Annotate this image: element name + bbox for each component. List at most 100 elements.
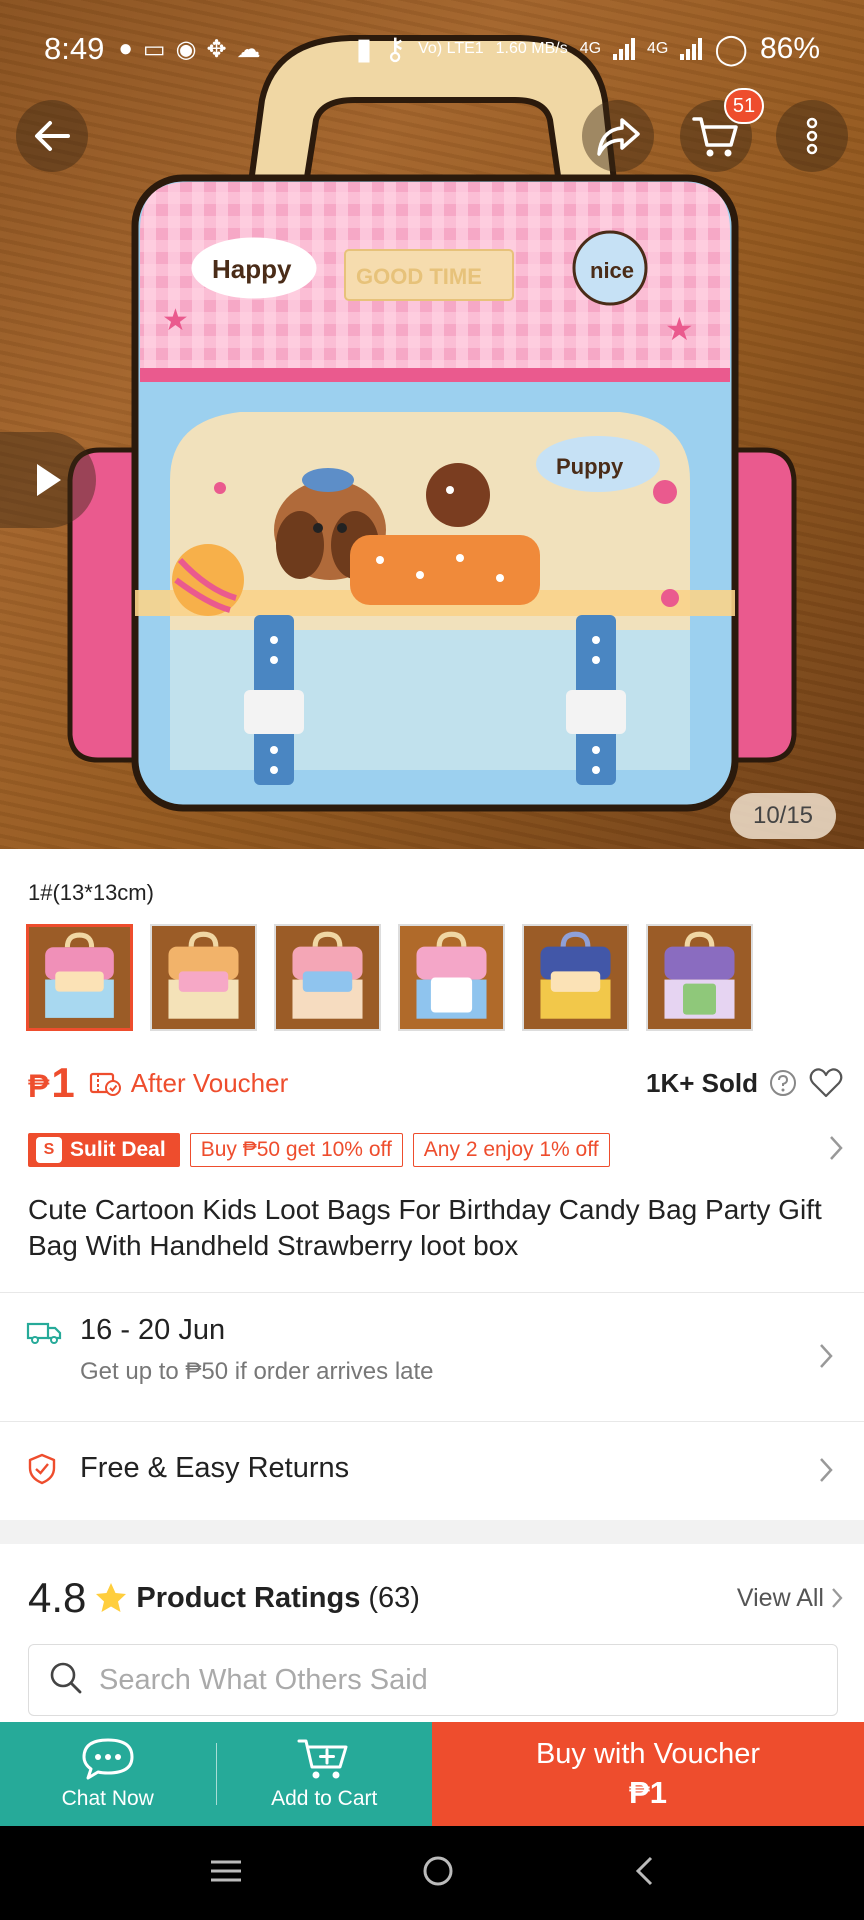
search-icon — [49, 1661, 83, 1700]
chevron-right-icon — [818, 1456, 834, 1489]
cart-count-badge: 51 — [724, 88, 764, 124]
secondary-actions: Chat Now Add to Cart — [0, 1722, 432, 1826]
back-button[interactable] — [16, 100, 88, 172]
review-search-input[interactable] — [99, 1663, 779, 1697]
variant-thumbnails — [26, 924, 753, 1031]
chevron-right-icon — [818, 1342, 834, 1375]
ratings-header: 4.8 Product Ratings (63) View All — [28, 1568, 844, 1628]
back-icon — [635, 1856, 652, 1885]
returns-row[interactable]: Free & Easy Returns — [0, 1422, 864, 1518]
sulit-deal-label: Sulit Deal — [70, 1138, 166, 1161]
signal-2-icon — [680, 38, 703, 60]
price-row: ₱ 1 After Voucher 1K+ Sold — [28, 1050, 844, 1116]
product-title: Cute Cartoon Kids Loot Bags For Birthday… — [28, 1194, 822, 1261]
shield-icon — [26, 1452, 58, 1491]
speed-label: 1.60 MB/s — [495, 40, 568, 57]
voucher-icon — [89, 1070, 121, 1096]
price-currency: ₱ — [28, 1068, 50, 1104]
net2-label: 4G — [647, 40, 669, 57]
variant-thumbnail[interactable] — [522, 924, 629, 1031]
ratings-label: Product Ratings — [136, 1581, 361, 1614]
vibrate-icon: ▮ — [355, 32, 373, 66]
price: ₱ 1 — [28, 1059, 75, 1107]
review-search-box[interactable] — [28, 1644, 838, 1716]
variant-thumbnail[interactable] — [274, 924, 381, 1031]
divider — [0, 1292, 864, 1293]
image-text-happy: Happy — [212, 254, 292, 284]
signal-icon — [613, 38, 636, 60]
heart-icon[interactable] — [808, 1067, 844, 1099]
more-button[interactable] — [776, 100, 848, 172]
add-to-cart-button[interactable]: Add to Cart — [217, 1722, 433, 1826]
more-icon — [806, 117, 818, 155]
play-icon — [37, 464, 61, 496]
notification-icons: ● ▭ ◉ ✥ ☁ — [118, 35, 260, 64]
returns-label: Free & Easy Returns — [80, 1452, 350, 1484]
svg-text:★: ★ — [162, 303, 189, 338]
image-text-puppy: Puppy — [556, 454, 624, 479]
buy-with-voucher-button[interactable]: Buy with Voucher ₱1 — [432, 1722, 864, 1826]
game-icon: ✥ — [206, 35, 227, 63]
lte-label: Vo) LTE1 — [418, 40, 484, 57]
buy-label: Buy with Voucher — [535, 1737, 761, 1770]
chat-icon — [82, 1738, 134, 1780]
net1-label: 4G — [579, 40, 602, 57]
system-nav-bar — [0, 1826, 864, 1920]
image-text-good-time: GOOD TIME — [356, 264, 482, 289]
chevron-right-icon — [828, 1134, 844, 1167]
key-icon: ⚷ — [384, 32, 407, 66]
share-button[interactable] — [582, 100, 654, 172]
home-icon — [423, 1856, 453, 1885]
chevron-right-icon — [830, 1586, 844, 1610]
back-nav-button[interactable] — [632, 1854, 656, 1893]
card-icon: ▭ — [142, 35, 166, 63]
variant-thumbnail[interactable] — [646, 924, 753, 1031]
status-bar: 8:49 ● ▭ ◉ ✥ ☁ ▮ ⚷ Vo) LTE1 1.60 MB/s 4G… — [0, 14, 864, 84]
ratings-count: (63) — [368, 1581, 420, 1614]
variant-thumbnail[interactable] — [150, 924, 257, 1031]
play-video-button[interactable] — [0, 432, 96, 528]
truck-icon — [26, 1320, 62, 1351]
section-separator — [0, 1520, 864, 1544]
star-icon — [94, 1581, 128, 1615]
share-icon — [597, 118, 640, 156]
back-arrow-icon — [35, 121, 70, 151]
home-button[interactable] — [421, 1854, 455, 1893]
battery-level: 86% — [759, 32, 820, 65]
clock: 8:49 — [44, 31, 105, 66]
bottom-action-bar: Chat Now Add to Cart Buy with Voucher ₱1 — [0, 1722, 864, 1826]
promo-row[interactable]: S Sulit Deal Buy ₱50 get 10% off Any 2 e… — [28, 1132, 844, 1168]
battery-icon: ◯ — [714, 32, 748, 66]
buy-price: ₱1 — [629, 1774, 667, 1810]
delivery-guarantee: Get up to ₱50 if order arrives late — [80, 1358, 434, 1385]
chat-now-button[interactable]: Chat Now — [0, 1722, 216, 1826]
promo-tag: Buy ₱50 get 10% off — [189, 1133, 403, 1167]
message-icon: ● — [118, 34, 133, 62]
add-cart-icon — [297, 1739, 348, 1779]
cloud-icon: ☁ — [236, 35, 261, 63]
delivery-date: 16 - 20 Jun — [80, 1314, 226, 1346]
price-amount: 1 — [51, 1059, 75, 1106]
after-voucher-label: After Voucher — [130, 1067, 289, 1098]
system-icons: ▮ ⚷ Vo) LTE1 1.60 MB/s 4G 4G ◯ 86% — [356, 32, 820, 67]
cart-button[interactable]: 51 — [680, 88, 764, 172]
rating-score: 4.8 — [28, 1574, 87, 1621]
image-text-nice: nice — [590, 258, 634, 283]
menu-icon — [211, 1860, 242, 1881]
help-icon[interactable] — [768, 1068, 798, 1098]
variant-label: 1#(13*13cm) — [28, 880, 154, 905]
delivery-row[interactable]: 16 - 20 Jun Get up to ₱50 if order arriv… — [0, 1294, 864, 1420]
product-image-carousel[interactable]: ★ ★ Happy GOOD TIME nice Puppy 8:49 ● ▭ … — [0, 0, 864, 849]
sulit-deal-tag: S Sulit Deal — [28, 1133, 180, 1167]
view-all-link[interactable]: View All — [737, 1584, 824, 1613]
sold-count: 1K+ Sold — [646, 1067, 758, 1098]
promo-tag: Any 2 enjoy 1% off — [412, 1133, 610, 1167]
app-icon: ◉ — [175, 35, 197, 63]
add-to-cart-label: Add to Cart — [271, 1787, 378, 1810]
svg-text:★: ★ — [665, 310, 694, 348]
variant-thumbnail[interactable] — [398, 924, 505, 1031]
chat-now-label: Chat Now — [61, 1787, 154, 1810]
variant-thumbnail[interactable] — [26, 924, 133, 1031]
recent-apps-button[interactable] — [208, 1857, 244, 1890]
sulit-deal-logo-icon: S — [36, 1137, 62, 1163]
